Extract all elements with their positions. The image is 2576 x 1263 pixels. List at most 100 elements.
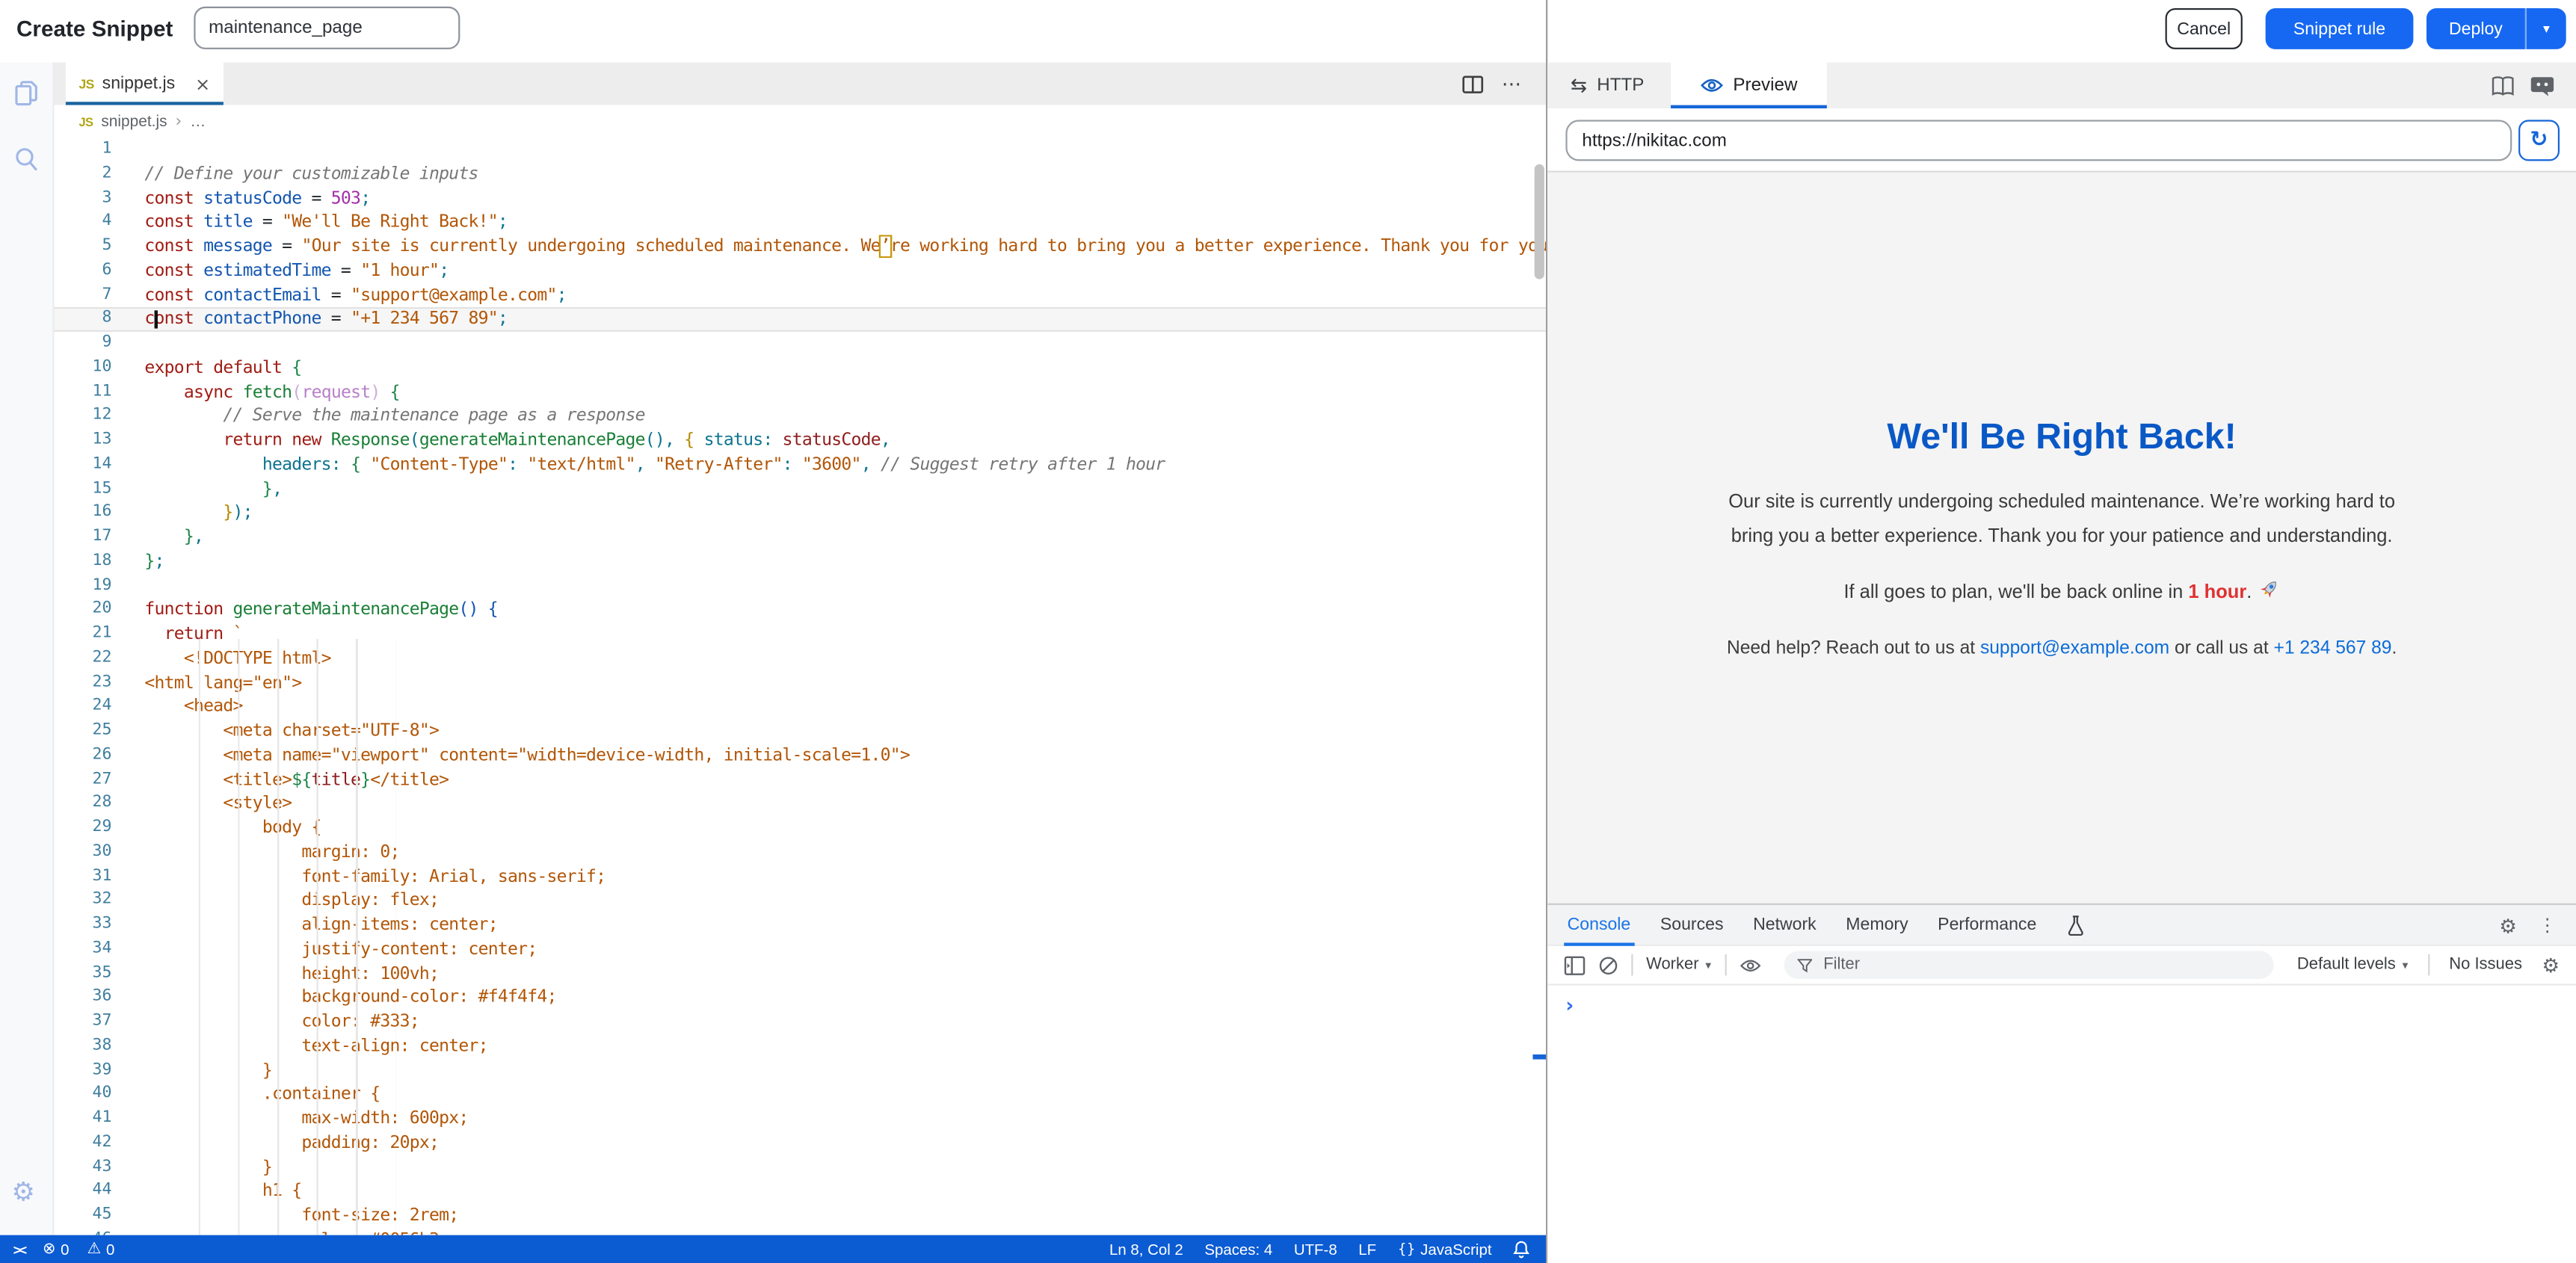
code-line[interactable]: 3const statusCode = 503; [55, 186, 1547, 210]
code-line[interactable]: 18}; [55, 550, 1547, 574]
breadcrumb[interactable]: JS snippet.js › … [55, 105, 1571, 138]
files-icon[interactable] [11, 78, 41, 108]
issues-counter[interactable]: No Issues [2449, 956, 2522, 974]
code-line[interactable]: 9 [55, 332, 1547, 356]
phone-link[interactable]: +1 234 567 89 [2274, 639, 2392, 658]
tab-preview[interactable]: Preview [1671, 63, 1827, 109]
code-line[interactable]: 31 font-family: Arial, sans-serif; [55, 865, 1547, 889]
code-line[interactable]: 21 return ` [55, 623, 1547, 646]
code-line[interactable]: 40 .container { [55, 1083, 1547, 1107]
code-line[interactable]: 45 font-size: 2rem; [55, 1204, 1547, 1228]
code-line[interactable]: 23<html lang="en"> [55, 671, 1547, 695]
code-line[interactable]: 41 max-width: 600px; [55, 1107, 1547, 1131]
code-line[interactable]: 5const message = "Our site is currently … [55, 235, 1547, 259]
context-selector[interactable]: Worker ▾ [1646, 956, 1711, 974]
code-editor[interactable]: 12// Define your customizable inputs3con… [55, 138, 1547, 1235]
code-line[interactable]: 36 background-color: #f4f4f4; [55, 986, 1547, 1010]
code-line[interactable]: 14 headers: { "Content-Type": "text/html… [55, 453, 1547, 477]
indentation-setting[interactable]: Spaces: 4 [1204, 1241, 1272, 1257]
devtools-tab-sources[interactable]: Sources [1660, 904, 1724, 945]
code-line[interactable]: 8const contactPhone = "+1 234 567 89"; [55, 308, 1547, 332]
code-line[interactable]: 20function generateMaintenancePage() { [55, 599, 1547, 623]
docs-book-icon[interactable] [2491, 75, 2515, 96]
devtools-settings-gear-icon[interactable]: ⚙ [2499, 914, 2517, 937]
log-levels-dropdown[interactable]: Default levels ▾ [2297, 956, 2408, 974]
code-line[interactable]: 12 // Serve the maintenance page as a re… [55, 404, 1547, 428]
console-filter[interactable] [1784, 951, 2274, 978]
scrollbar-thumb[interactable] [1535, 164, 1544, 280]
code-line[interactable]: 10export default { [55, 356, 1547, 380]
code-line[interactable]: 2// Define your customizable inputs [55, 162, 1547, 186]
code-line[interactable]: 33 align-items: center; [55, 913, 1547, 937]
experiments-beaker-icon[interactable] [2066, 914, 2084, 936]
code-line[interactable]: 44 h1 { [55, 1179, 1547, 1203]
clear-console-icon[interactable] [1598, 955, 1618, 975]
code-line[interactable]: 32 display: flex; [55, 889, 1547, 913]
console-output[interactable]: › [1547, 986, 2576, 1262]
devtools-tab-network[interactable]: Network [1753, 904, 1817, 945]
notifications-bell-icon[interactable] [1513, 1240, 1529, 1258]
preview-url-input[interactable] [1565, 120, 2512, 161]
code-line[interactable]: 22 <!DOCTYPE html> [55, 646, 1547, 670]
code-line[interactable]: 6const estimatedTime = "1 hour"; [55, 259, 1547, 283]
more-actions-icon[interactable]: ⋯ [1502, 72, 1523, 96]
code-line[interactable]: 19 [55, 574, 1547, 598]
code-line[interactable]: 39 } [55, 1058, 1547, 1082]
support-email-link[interactable]: support@example.com [1980, 639, 2169, 658]
encoding-setting[interactable]: UTF-8 [1294, 1241, 1337, 1257]
code-line[interactable]: 26 <meta name="viewport" content="width=… [55, 744, 1547, 768]
console-sidebar-toggle-icon[interactable] [1564, 955, 1586, 975]
console-settings-gear-icon[interactable]: ⚙ [2542, 954, 2560, 977]
deploy-dropdown-button[interactable]: ▾ [2525, 8, 2566, 49]
devtools-tab-performance[interactable]: Performance [1938, 904, 2036, 945]
code-line[interactable]: 29 body { [55, 816, 1547, 840]
snippet-rule-button[interactable]: Snippet rule [2266, 8, 2414, 49]
breadcrumb-more[interactable]: … [190, 113, 206, 131]
deploy-button[interactable]: Deploy [2426, 8, 2525, 49]
live-expression-eye-icon[interactable] [1739, 957, 1760, 973]
code-line[interactable]: 35 height: 100vh; [55, 962, 1547, 986]
code-line[interactable]: 46 color: #0056b3; [55, 1228, 1547, 1235]
code-line[interactable]: 37 color: #333; [55, 1010, 1547, 1034]
kebab-menu-icon[interactable]: ⋮ [2538, 915, 2556, 936]
search-icon[interactable] [11, 144, 41, 174]
tab-http[interactable]: ⇆ HTTP [1571, 63, 1644, 109]
editor-scrollbar[interactable] [1532, 138, 1546, 1235]
warnings-indicator[interactable]: ⚠ 0 [87, 1240, 115, 1258]
cancel-button[interactable]: Cancel [2166, 8, 2243, 49]
code-line[interactable]: 13 return new Response(generateMaintenan… [55, 429, 1547, 453]
code-line[interactable]: 27 <title>${title}</title> [55, 768, 1547, 791]
code-line[interactable]: 1 [55, 138, 1547, 162]
code-line[interactable]: 25 <meta charset="UTF-8"> [55, 720, 1547, 744]
code-line[interactable]: 24 <head> [55, 695, 1547, 719]
cursor-position[interactable]: Ln 8, Col 2 [1109, 1241, 1183, 1257]
devtools-tab-memory[interactable]: Memory [1846, 904, 1908, 945]
code-line[interactable]: 15 }, [55, 477, 1547, 501]
devtools-tab-console[interactable]: Console [1568, 904, 1631, 945]
code-line[interactable]: 17 }, [55, 525, 1547, 549]
language-mode[interactable]: {} JavaScript [1398, 1241, 1492, 1257]
code-line[interactable]: 38 text-align: center; [55, 1034, 1547, 1058]
split-editor-icon[interactable] [1462, 75, 1484, 93]
eol-setting[interactable]: LF [1358, 1241, 1376, 1257]
settings-gear-icon[interactable]: ⚙ [11, 1176, 35, 1208]
code-line[interactable]: 16 }); [55, 501, 1547, 525]
refresh-button[interactable]: ↻ [2518, 120, 2560, 161]
discord-chat-icon[interactable] [2530, 75, 2554, 96]
code-line[interactable]: 11 async fetch(request) { [55, 380, 1547, 404]
snippet-name-input[interactable] [194, 7, 460, 49]
code-line[interactable]: 28 <style> [55, 792, 1547, 816]
code-line[interactable]: 43 } [55, 1155, 1547, 1179]
filter-input[interactable] [1820, 954, 2261, 976]
remote-indicator-icon[interactable]: >< [13, 1241, 25, 1257]
code-line[interactable]: 7const contactEmail = "support@example.c… [55, 283, 1547, 307]
close-tab-icon[interactable]: × [195, 73, 210, 95]
tab-snippet-js[interactable]: JS snippet.js × [66, 63, 224, 105]
code-line[interactable]: 30 margin: 0; [55, 841, 1547, 865]
breadcrumb-file[interactable]: snippet.js [101, 113, 167, 131]
code-line[interactable]: 34 justify-content: center; [55, 937, 1547, 961]
errors-indicator[interactable]: ⊗ 0 [43, 1240, 69, 1258]
code-line[interactable]: 42 padding: 20px; [55, 1131, 1547, 1155]
code-line[interactable]: 4const title = "We'll Be Right Back!"; [55, 211, 1547, 235]
console-prompt-chevron[interactable]: › [1565, 994, 1574, 1017]
